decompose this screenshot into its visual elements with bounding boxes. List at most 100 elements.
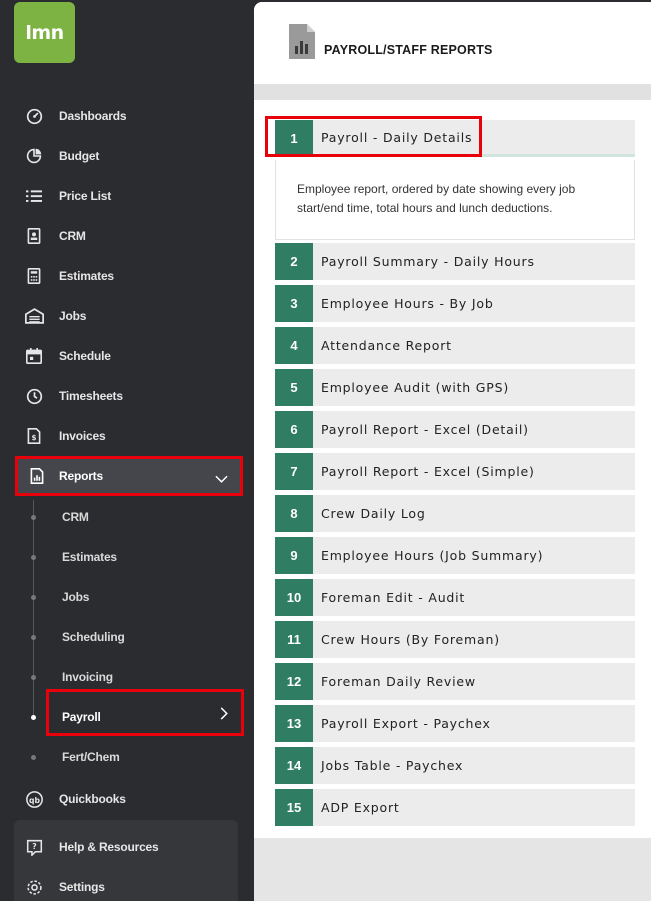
report-description-text: Employee report, ordered by date showing… bbox=[297, 182, 576, 215]
report-number: 12 bbox=[275, 663, 313, 700]
sidebar-item-label: Timesheets bbox=[59, 389, 123, 403]
svg-text:$: $ bbox=[31, 433, 36, 442]
report-number: 3 bbox=[275, 285, 313, 322]
sidebar-item-dashboards[interactable]: Dashboards bbox=[0, 96, 254, 136]
quickbooks-icon: qb bbox=[24, 789, 44, 809]
sidebar-item-crm[interactable]: CRM bbox=[0, 216, 254, 256]
report-row-2[interactable]: 2 Payroll Summary - Daily Hours bbox=[275, 243, 635, 280]
submenu-dot bbox=[31, 635, 36, 640]
chevron-down-icon bbox=[215, 471, 228, 489]
report-row-6[interactable]: 6 Payroll Report - Excel (Detail) bbox=[275, 411, 635, 448]
sidebar-item-settings[interactable]: Settings bbox=[0, 867, 254, 901]
report-number: 8 bbox=[275, 495, 313, 532]
report-number: 11 bbox=[275, 621, 313, 658]
report-row-3[interactable]: 3 Employee Hours - By Job bbox=[275, 285, 635, 322]
report-document-icon bbox=[289, 24, 315, 64]
chevron-right-icon bbox=[220, 707, 228, 725]
sidebar-item-label: Help & Resources bbox=[59, 840, 159, 854]
report-row-7[interactable]: 7 Payroll Report - Excel (Simple) bbox=[275, 453, 635, 490]
submenu-item-label: CRM bbox=[62, 510, 89, 524]
report-number: 4 bbox=[275, 327, 313, 364]
report-number: 7 bbox=[275, 453, 313, 490]
submenu-item-label: Jobs bbox=[62, 590, 90, 604]
report-label: Payroll Summary - Daily Hours bbox=[321, 254, 535, 269]
calculator-icon bbox=[24, 266, 44, 286]
clock-icon bbox=[24, 386, 44, 406]
pie-chart-icon bbox=[24, 146, 44, 166]
sidebar-item-label: Price List bbox=[59, 189, 112, 203]
sidebar-item-label: Reports bbox=[59, 469, 103, 483]
submenu-item-label: Invoicing bbox=[62, 670, 113, 684]
sidebar-item-reports[interactable]: Reports bbox=[15, 456, 243, 496]
sidebar-item-label: Settings bbox=[59, 880, 105, 894]
submenu-dot bbox=[31, 595, 36, 600]
report-label: Payroll Report - Excel (Detail) bbox=[321, 422, 529, 437]
header-divider bbox=[254, 84, 651, 100]
invoice-icon: $ bbox=[24, 426, 44, 446]
report-row-9[interactable]: 9 Employee Hours (Job Summary) bbox=[275, 537, 635, 574]
report-row-12[interactable]: 12 Foreman Daily Review bbox=[275, 663, 635, 700]
sidebar-item-label: CRM bbox=[59, 229, 86, 243]
sidebar-item-label: Quickbooks bbox=[59, 792, 126, 806]
submenu-item-label: Estimates bbox=[62, 550, 117, 564]
sidebar-item-invoices[interactable]: $ Invoices bbox=[0, 416, 254, 456]
sidebar-item-timesheets[interactable]: Timesheets bbox=[0, 376, 254, 416]
report-row-4[interactable]: 4 Attendance Report bbox=[275, 327, 635, 364]
page-footer bbox=[254, 838, 651, 901]
report-row-5[interactable]: 5 Employee Audit (with GPS) bbox=[275, 369, 635, 406]
submenu-item-scheduling[interactable]: Scheduling bbox=[0, 617, 254, 657]
report-number: 13 bbox=[275, 705, 313, 742]
report-row-10[interactable]: 10 Foreman Edit - Audit bbox=[275, 579, 635, 616]
sidebar-item-label: Invoices bbox=[59, 429, 106, 443]
reports-list: 1 Payroll - Daily Details Employee repor… bbox=[254, 100, 651, 838]
report-number: 15 bbox=[275, 789, 313, 826]
report-row-15[interactable]: 15 ADP Export bbox=[275, 789, 635, 826]
submenu-item-label: Scheduling bbox=[62, 630, 125, 644]
sidebar-item-quickbooks[interactable]: qb Quickbooks bbox=[0, 779, 254, 819]
report-label: Foreman Daily Review bbox=[321, 674, 476, 689]
sidebar-item-label: Budget bbox=[59, 149, 100, 163]
submenu-item-crm[interactable]: CRM bbox=[0, 497, 254, 537]
report-label: Crew Daily Log bbox=[321, 506, 426, 521]
report-label: Payroll Export - Paychex bbox=[321, 716, 491, 731]
sidebar-item-label: Jobs bbox=[59, 309, 87, 323]
help-icon: ? bbox=[24, 837, 44, 857]
payroll-highlight-box bbox=[46, 689, 244, 736]
report-label: Foreman Edit - Audit bbox=[321, 590, 466, 605]
sidebar-item-estimates[interactable]: Estimates bbox=[0, 256, 254, 296]
sidebar-item-label: Dashboards bbox=[59, 109, 127, 123]
report-row-14[interactable]: 14 Jobs Table - Paychex bbox=[275, 747, 635, 784]
sidebar-item-budget[interactable]: Budget bbox=[0, 136, 254, 176]
report-label: Employee Audit (with GPS) bbox=[321, 380, 510, 395]
lmn-logo[interactable]: lmn bbox=[14, 2, 75, 63]
page-header: PAYROLL/STAFF REPORTS bbox=[254, 2, 651, 84]
report-label: Employee Hours - By Job bbox=[321, 296, 494, 311]
sidebar-item-help[interactable]: ? Help & Resources bbox=[0, 827, 254, 867]
gear-icon bbox=[24, 877, 44, 897]
svg-text:qb: qb bbox=[29, 795, 40, 804]
submenu-dot bbox=[31, 515, 36, 520]
sidebar-item-jobs[interactable]: Jobs bbox=[0, 296, 254, 336]
contact-card-icon bbox=[24, 226, 44, 246]
report-label: ADP Export bbox=[321, 800, 400, 815]
report-row-8[interactable]: 8 Crew Daily Log bbox=[275, 495, 635, 532]
sidebar-item-schedule[interactable]: Schedule bbox=[0, 336, 254, 376]
report-label: Payroll Report - Excel (Simple) bbox=[321, 464, 535, 479]
submenu-dot bbox=[31, 555, 36, 560]
garage-icon bbox=[24, 306, 44, 326]
list-icon bbox=[24, 186, 44, 206]
report-number: 14 bbox=[275, 747, 313, 784]
report-label: Employee Hours (Job Summary) bbox=[321, 548, 544, 563]
report-row-11[interactable]: 11 Crew Hours (By Foreman) bbox=[275, 621, 635, 658]
report-description: Employee report, ordered by date showing… bbox=[275, 160, 635, 240]
report-row-13[interactable]: 13 Payroll Export - Paychex bbox=[275, 705, 635, 742]
submenu-item-fert-chem[interactable]: Fert/Chem bbox=[0, 737, 254, 777]
gauge-icon bbox=[24, 106, 44, 126]
submenu-dot bbox=[31, 755, 36, 760]
sidebar-item-price-list[interactable]: Price List bbox=[0, 176, 254, 216]
submenu-item-estimates[interactable]: Estimates bbox=[0, 537, 254, 577]
sidebar: lmn Dashboards Budget Price List CRM Est… bbox=[0, 0, 254, 901]
report-label: Attendance Report bbox=[321, 338, 452, 353]
submenu-item-jobs[interactable]: Jobs bbox=[0, 577, 254, 617]
submenu-dot bbox=[31, 715, 36, 720]
